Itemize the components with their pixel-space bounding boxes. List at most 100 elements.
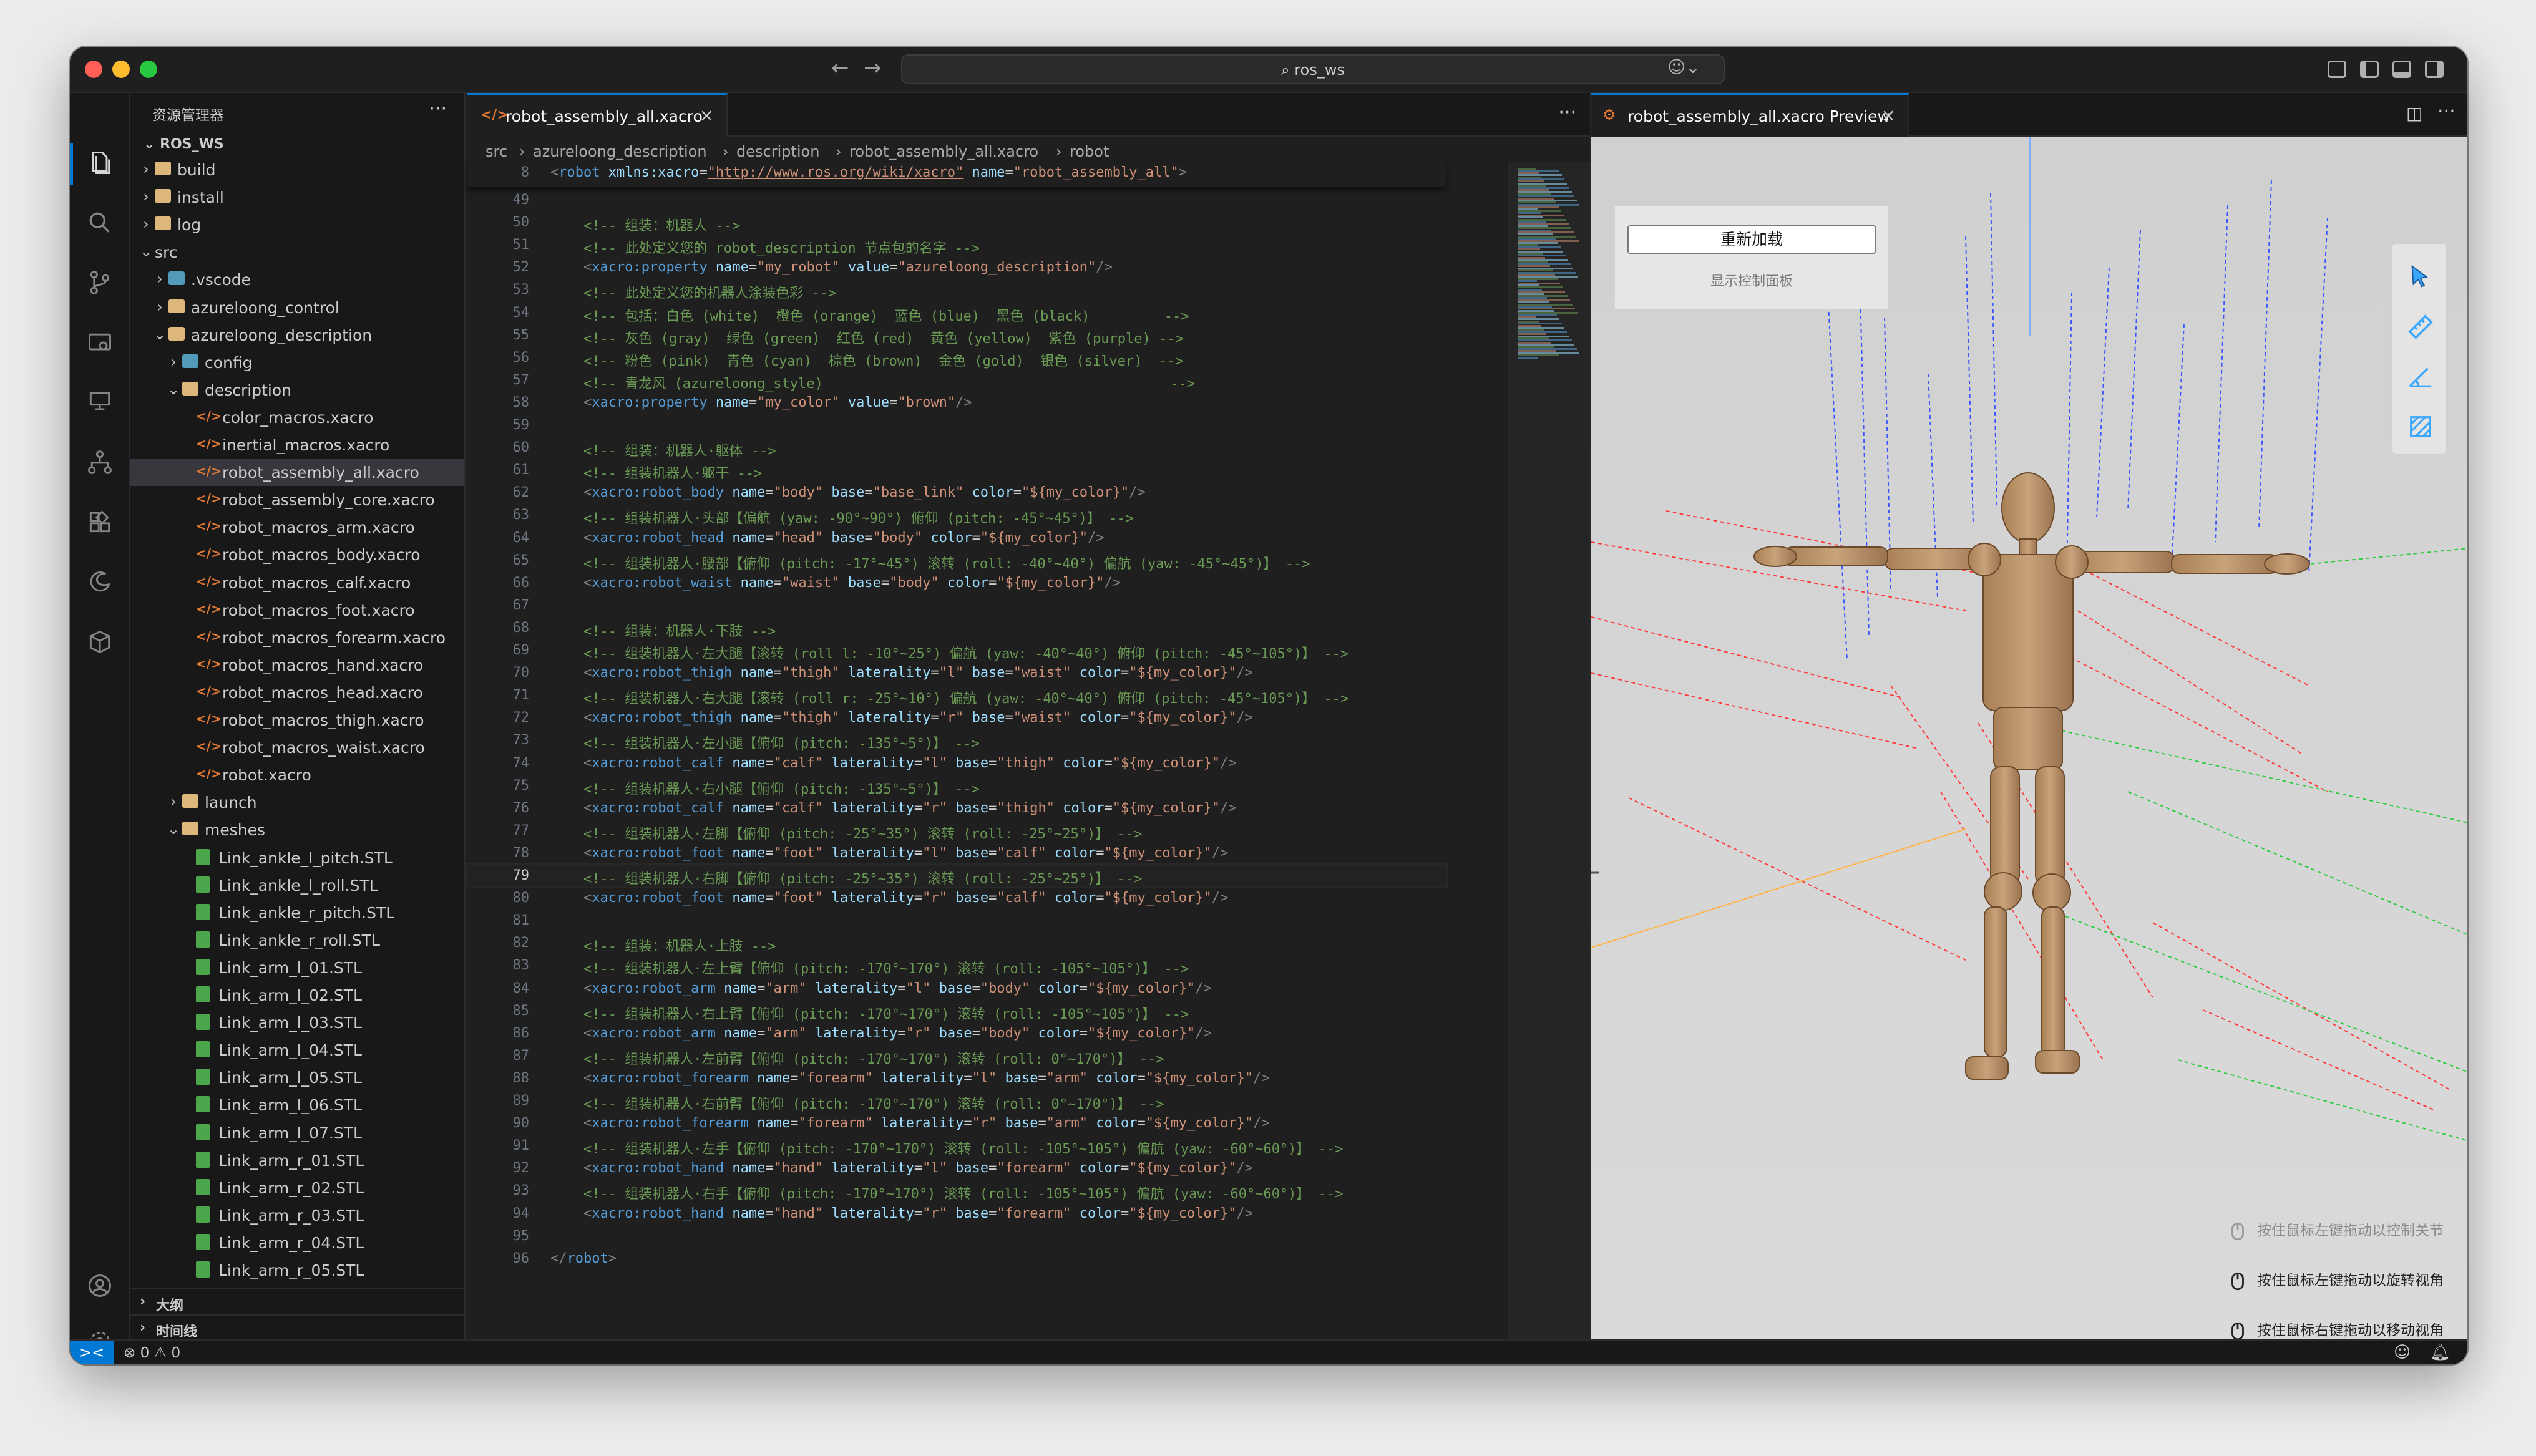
code-line[interactable]: 80 <xacro:robot_foot name="foot" lateral… — [467, 887, 1446, 910]
code-line[interactable]: 83 <!-- 组装机器人·左上臂【俯仰 (pitch: -170°~170°)… — [467, 954, 1446, 977]
code-line[interactable]: 73 <!-- 组装机器人·左小腿【俯仰 (pitch: -135°~5°)】 … — [467, 729, 1446, 752]
tree-item[interactable]: </> inertial_macros.xacro — [130, 431, 464, 459]
tree-item[interactable]: Link_arm_r_05.STL — [130, 1256, 464, 1284]
tree-item[interactable]: </> robot.xacro — [130, 761, 464, 789]
tree-item[interactable]: </> robot_macros_foot.xacro — [130, 596, 464, 624]
tab-xacro-preview[interactable]: ⚙ robot_assembly_all.xacro Preview × — [1591, 93, 1909, 137]
tree-item[interactable]: ⌄ description — [130, 376, 464, 404]
problems-indicator[interactable]: ⊗ 0 ⚠ 0 — [124, 1345, 180, 1361]
code-line[interactable]: 86 <xacro:robot_arm name="arm" lateralit… — [467, 1022, 1446, 1045]
code-line[interactable]: 85 <!-- 组装机器人·右上臂【俯仰 (pitch: -170°~170°)… — [467, 1000, 1446, 1022]
tree-item[interactable]: › log — [130, 211, 464, 238]
code-line[interactable]: 55 <!-- 灰色 (gray) 绿色 (green) 红色 (red) 黄色… — [467, 324, 1446, 347]
breadcrumb-item[interactable]: robot_assembly_all.xacro — [849, 143, 1038, 160]
notifications-bell-icon[interactable]: 🔔︎ — [2430, 1343, 2451, 1362]
code-line[interactable]: 76 <xacro:robot_calf name="calf" lateral… — [467, 797, 1446, 820]
tree-item[interactable]: Link_arm_l_02.STL — [130, 981, 464, 1009]
tree-item[interactable]: Link_arm_r_01.STL — [130, 1147, 464, 1174]
code-line[interactable]: 96 </robot> — [467, 1248, 1446, 1270]
tree-item[interactable]: Link_arm_r_03.STL — [130, 1201, 464, 1229]
accounts-icon[interactable] — [86, 1272, 114, 1299]
search-icon[interactable] — [86, 209, 114, 236]
tree-item[interactable]: Link_arm_r_02.STL — [130, 1174, 464, 1201]
code-line[interactable]: 71 <!-- 组装机器人·右大腿【滚转 (roll r: -25°~10°) … — [467, 684, 1446, 707]
code-line[interactable]: 67 — [467, 595, 1446, 617]
tree-item[interactable]: › launch — [130, 789, 464, 816]
tree-item[interactable]: Link_ankle_l_pitch.STL — [130, 844, 464, 871]
ros-nodes-icon[interactable] — [86, 449, 114, 476]
code-line[interactable]: 78 <xacro:robot_foot name="foot" lateral… — [467, 842, 1446, 865]
code-line[interactable]: 64 <xacro:robot_head name="head" base="b… — [467, 527, 1446, 550]
preview-more-actions[interactable]: ··· — [2437, 100, 2456, 122]
code-line[interactable]: 95 — [467, 1225, 1446, 1248]
tree-item[interactable]: </> robot_assembly_all.xacro — [130, 459, 464, 487]
run-and-debug-icon[interactable] — [86, 329, 114, 356]
tree-item[interactable]: </> robot_macros_body.xacro — [130, 541, 464, 568]
tree-item[interactable]: </> robot_macros_forearm.xacro — [130, 624, 464, 651]
code-line[interactable]: 89 <!-- 组装机器人·右前臂【俯仰 (pitch: -170°~170°)… — [467, 1090, 1446, 1112]
code-line[interactable]: 65 <!-- 组装机器人·腰部【俯仰 (pitch: -17°~45°) 滚转… — [467, 550, 1446, 572]
tree-item[interactable]: </> robot_macros_thigh.xacro — [130, 706, 464, 734]
breadcrumb-item[interactable]: azureloong_description — [533, 143, 707, 160]
angle-tool-icon[interactable] — [2406, 362, 2435, 391]
code-line[interactable]: 61 <!-- 组装机器人·躯干 --> — [467, 459, 1446, 482]
timeline-section[interactable]: › 时间线 — [130, 1314, 464, 1341]
code-line[interactable]: 57 <!-- 青龙风 (azureloong_style) --> — [467, 369, 1446, 392]
code-line[interactable]: 87 <!-- 组装机器人·左前臂【俯仰 (pitch: -170°~170°)… — [467, 1045, 1446, 1067]
code-line[interactable]: 94 <xacro:robot_hand name="hand" lateral… — [467, 1203, 1446, 1225]
explorer-more-actions[interactable]: ··· — [429, 98, 447, 120]
package-icon[interactable] — [86, 628, 114, 656]
tree-item[interactable]: › config — [130, 349, 464, 376]
code-line[interactable]: 84 <xacro:robot_arm name="arm" lateralit… — [467, 978, 1446, 1000]
code-line[interactable]: 60 <!-- 组装：机器人·躯体 --> — [467, 437, 1446, 459]
code-line[interactable]: 91 <!-- 组装机器人·左手【俯仰 (pitch: -170°~170°) … — [467, 1135, 1446, 1157]
tree-item[interactable]: Link_arm_r_04.STL — [130, 1229, 464, 1256]
code-line[interactable]: 49 — [467, 189, 1446, 211]
show-control-panel-toggle[interactable]: 显示控制面板 — [1615, 270, 1888, 290]
close-tab-icon[interactable]: × — [700, 105, 714, 125]
code-line[interactable]: 66 <xacro:robot_waist name="waist" base=… — [467, 572, 1446, 595]
code-line[interactable]: 51 <!-- 此处定义您的 robot_description 节点包的名字 … — [467, 234, 1446, 256]
zoom-window-button[interactable] — [140, 61, 157, 78]
toggle-secondary-sidebar-icon[interactable] — [2425, 61, 2444, 78]
code-line[interactable]: 56 <!-- 粉色 (pink) 青色 (cyan) 棕色 (brown) 金… — [467, 347, 1446, 369]
tree-item[interactable]: </> robot_assembly_core.xacro — [130, 486, 464, 513]
remote-explorer-icon[interactable] — [86, 389, 114, 416]
tree-item[interactable]: </> robot_macros_hand.xacro — [130, 651, 464, 679]
code-line[interactable]: 77 <!-- 组装机器人·左脚【俯仰 (pitch: -25°~35°) 滚转… — [467, 820, 1446, 842]
tree-item[interactable]: › install — [130, 183, 464, 211]
tree-item[interactable]: › build — [130, 156, 464, 183]
code-line[interactable]: 69 <!-- 组装机器人·左大腿【滚转 (roll l: -10°~25°) … — [467, 639, 1446, 662]
code-line[interactable]: 93 <!-- 组装机器人·右手【俯仰 (pitch: -170°~170°) … — [467, 1180, 1446, 1202]
command-center-search[interactable]: ⌕ ros_ws — [901, 54, 1725, 84]
minimize-window-button[interactable] — [112, 61, 130, 78]
close-preview-tab-icon[interactable]: × — [1881, 105, 1896, 125]
code-line[interactable]: 70 <xacro:robot_thigh name="thigh" later… — [467, 662, 1446, 684]
split-editor-icon[interactable]: ◫ — [2406, 103, 2422, 124]
copilot-status-icon[interactable]: ☺ — [2394, 1343, 2411, 1362]
code-line[interactable]: 54 <!-- 包括：白色 (white) 橙色 (orange) 蓝色 (bl… — [467, 302, 1446, 324]
outline-section[interactable]: › 大纲 — [130, 1288, 464, 1314]
tree-item[interactable]: › azureloong_control — [130, 294, 464, 321]
code-line[interactable]: 75 <!-- 组装机器人·右小腿【俯仰 (pitch: -135°~5°)】 … — [467, 775, 1446, 797]
code-line[interactable]: 59 — [467, 414, 1446, 437]
code-line[interactable]: 81 — [467, 910, 1446, 932]
code-line[interactable]: 62 <xacro:robot_body name="body" base="b… — [467, 482, 1446, 504]
tree-item[interactable]: Link_ankle_l_roll.STL — [130, 871, 464, 899]
code-line[interactable]: 58 <xacro:property name="my_color" value… — [467, 392, 1446, 414]
sticky-scroll-line[interactable]: 8 <robot xmlns:xacro="http://www.ros.org/… — [467, 162, 1446, 187]
code-line[interactable]: 68 <!-- 组装：机器人·下肢 --> — [467, 617, 1446, 639]
code-line[interactable]: 82 <!-- 组装：机器人·上肢 --> — [467, 932, 1446, 954]
copilot-icon[interactable]: ☺⌄ — [1667, 57, 1700, 77]
minimap[interactable] — [1509, 162, 1590, 1339]
forward-arrow-icon[interactable]: → — [864, 56, 882, 80]
tree-item[interactable]: Link_arm_l_05.STL — [130, 1064, 464, 1091]
back-arrow-icon[interactable]: ← — [831, 56, 849, 80]
tree-item[interactable]: Link_arm_l_03.STL — [130, 1009, 464, 1036]
tree-item[interactable]: › .vscode — [130, 266, 464, 293]
tree-item[interactable]: Link_arm_l_07.STL — [130, 1119, 464, 1147]
customize-layout-icon[interactable] — [2328, 61, 2346, 78]
tree-item[interactable]: Link_arm_l_04.STL — [130, 1036, 464, 1064]
tree-item[interactable]: </> robot_macros_head.xacro — [130, 679, 464, 706]
code-line[interactable]: 50 <!-- 组装：机器人 --> — [467, 211, 1446, 234]
